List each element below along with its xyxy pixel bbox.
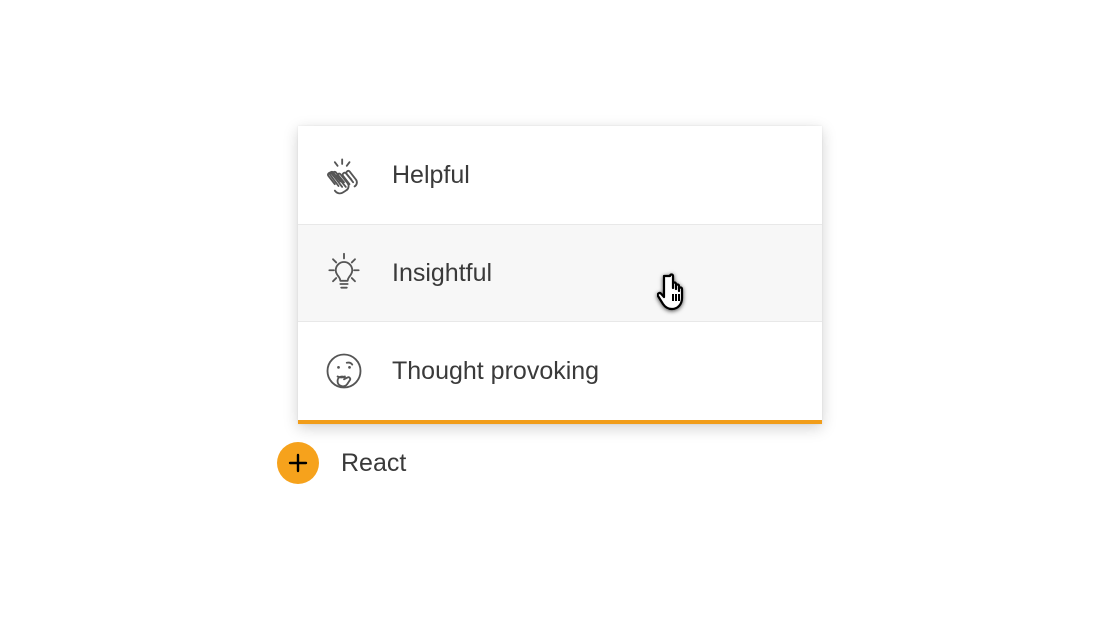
react-button-label: React — [341, 449, 406, 478]
menu-item-label: Insightful — [392, 259, 492, 288]
reaction-menu: Helpful Insightful — [298, 126, 822, 424]
react-button[interactable]: React — [277, 442, 406, 484]
thinking-icon — [322, 349, 366, 393]
menu-item-thought-provoking[interactable]: Thought provoking — [298, 322, 822, 420]
plus-icon — [277, 442, 319, 484]
stage: Helpful Insightful — [0, 0, 1120, 628]
menu-item-insightful[interactable]: Insightful — [298, 224, 822, 322]
lightbulb-icon — [322, 251, 366, 295]
menu-item-label: Thought provoking — [392, 357, 599, 386]
clap-icon — [322, 153, 366, 197]
menu-item-helpful[interactable]: Helpful — [298, 126, 822, 224]
menu-item-label: Helpful — [392, 161, 470, 190]
